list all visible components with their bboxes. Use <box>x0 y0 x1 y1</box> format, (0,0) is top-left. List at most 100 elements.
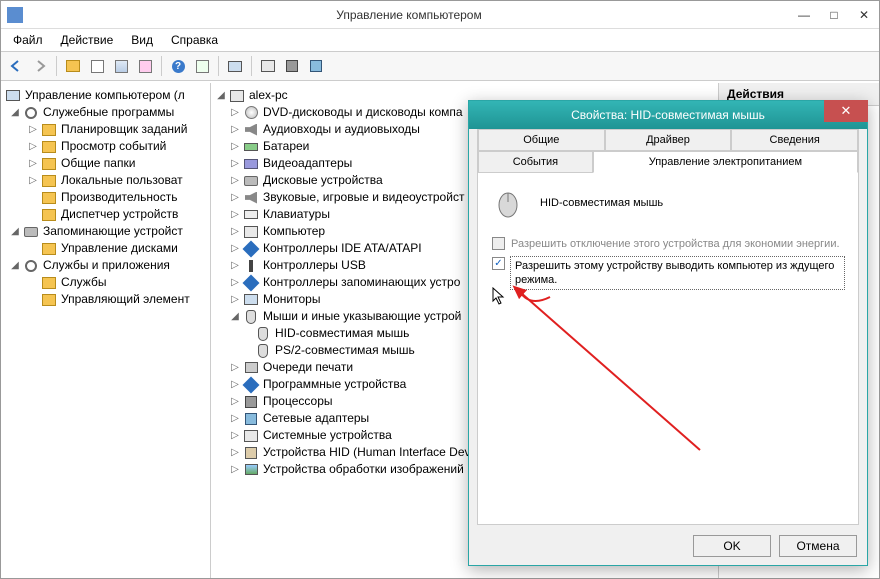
tree-item-label: Службы <box>61 274 106 291</box>
tool-delete-icon[interactable] <box>134 55 156 77</box>
item-icon <box>41 275 57 291</box>
expand-icon[interactable]: ▷ <box>27 141 39 153</box>
expand-icon[interactable]: ▷ <box>229 192 241 204</box>
tree-item[interactable]: Производительность <box>3 189 208 206</box>
device-category-label: DVD-дисководы и дисководы компа <box>263 104 463 121</box>
tool-help-icon[interactable]: ? <box>167 55 189 77</box>
tool-dev4-icon[interactable] <box>305 55 327 77</box>
maximize-button[interactable]: □ <box>819 4 849 26</box>
tree-item[interactable]: ▷ Планировщик заданий <box>3 121 208 138</box>
minimize-button[interactable]: — <box>789 4 819 26</box>
expand-icon[interactable] <box>27 294 39 306</box>
toolbar-separator <box>56 56 57 76</box>
expand-icon[interactable]: ▷ <box>229 158 241 170</box>
item-icon <box>41 156 57 172</box>
tree-item[interactable]: ▷ Общие папки <box>3 155 208 172</box>
tree-item[interactable]: ▷Просмотр событий <box>3 138 208 155</box>
tool-props-icon[interactable] <box>110 55 132 77</box>
tree-group[interactable]: ◢Службы и приложения <box>3 257 208 274</box>
mouse-icon <box>492 187 524 219</box>
tree-group[interactable]: ◢Служебные программы <box>3 104 208 121</box>
expand-icon[interactable]: ▷ <box>27 158 39 170</box>
mouse-icon <box>243 309 259 325</box>
expand-icon[interactable] <box>27 209 39 221</box>
expand-icon[interactable]: ▷ <box>229 141 241 153</box>
expand-icon[interactable]: ▷ <box>229 396 241 408</box>
expand-icon[interactable]: ▷ <box>229 260 241 272</box>
tool-dev1-icon[interactable] <box>224 55 246 77</box>
menu-action[interactable]: Действие <box>53 31 122 49</box>
menu-help[interactable]: Справка <box>163 31 226 49</box>
tree-item[interactable]: Управление дисками <box>3 240 208 257</box>
forward-button[interactable] <box>29 55 51 77</box>
tool-up-icon[interactable] <box>62 55 84 77</box>
expand-icon[interactable]: ▷ <box>229 413 241 425</box>
expand-icon[interactable]: ▷ <box>229 277 241 289</box>
ok-button[interactable]: OK <box>693 535 771 557</box>
tree-root[interactable]: Управление компьютером (л <box>3 87 208 104</box>
device-category-label: Процессоры <box>263 393 333 410</box>
group-icon <box>23 258 39 274</box>
expand-icon[interactable]: ▷ <box>229 226 241 238</box>
expand-icon[interactable] <box>27 192 39 204</box>
expand-icon[interactable] <box>27 243 39 255</box>
tree-item-label: Диспетчер устройств <box>61 206 178 223</box>
expand-icon[interactable]: ▷ <box>229 243 241 255</box>
expand-icon[interactable]: ▷ <box>229 430 241 442</box>
back-button[interactable] <box>5 55 27 77</box>
expand-icon[interactable]: ▷ <box>229 294 241 306</box>
sound-icon <box>243 190 259 206</box>
dvd-icon <box>243 105 259 121</box>
expand-icon[interactable]: ◢ <box>229 311 241 323</box>
collapse-icon[interactable]: ◢ <box>9 107 21 119</box>
vid-icon <box>243 156 259 172</box>
cube-icon <box>243 275 259 291</box>
menu-view[interactable]: Вид <box>123 31 161 49</box>
expand-icon[interactable] <box>27 277 39 289</box>
collapse-icon[interactable]: ◢ <box>215 90 227 102</box>
checkbox-allow-wake[interactable]: ✓ <box>492 257 505 270</box>
expand-icon[interactable]: ▷ <box>229 362 241 374</box>
tree-item[interactable]: Службы <box>3 274 208 291</box>
expand-icon[interactable]: ▷ <box>229 379 241 391</box>
group-icon <box>23 224 39 240</box>
tool-dev2-icon[interactable] <box>257 55 279 77</box>
expand-icon[interactable]: ▷ <box>27 175 39 187</box>
expand-icon[interactable]: ▷ <box>229 124 241 136</box>
tab-general[interactable]: Общие <box>478 129 605 151</box>
expand-icon[interactable]: ▷ <box>229 209 241 221</box>
close-button[interactable]: ✕ <box>849 4 879 26</box>
tool-show-icon[interactable] <box>86 55 108 77</box>
expand-icon[interactable]: ▷ <box>229 447 241 459</box>
collapse-icon[interactable]: ◢ <box>9 260 21 272</box>
tab-details[interactable]: Сведения <box>731 129 858 151</box>
collapse-icon[interactable]: ◢ <box>9 226 21 238</box>
tree-item-label: Производительность <box>61 189 177 206</box>
tree-item[interactable]: Диспетчер устройств <box>3 206 208 223</box>
tool-dev3-icon[interactable] <box>281 55 303 77</box>
dialog-titlebar[interactable]: Свойства: HID-совместимая мышь <box>469 101 867 129</box>
device-name-label: HID-совместимая мышь <box>540 197 663 209</box>
device-category-label: Компьютер <box>263 223 325 240</box>
tab-events[interactable]: События <box>478 151 593 173</box>
pc-icon <box>243 428 259 444</box>
tool-refresh-icon[interactable] <box>191 55 213 77</box>
tree-item-label: Локальные пользоват <box>61 172 183 189</box>
tab-power[interactable]: Управление электропитанием <box>593 151 858 173</box>
tree-item[interactable]: ▷ Локальные пользоват <box>3 172 208 189</box>
menu-file[interactable]: Файл <box>5 31 51 49</box>
expand-icon[interactable]: ▷ <box>229 175 241 187</box>
img-icon <box>243 462 259 478</box>
expand-icon[interactable]: ▷ <box>229 107 241 119</box>
expand-icon[interactable]: ▷ <box>229 464 241 476</box>
device-category-label: Мониторы <box>263 291 320 308</box>
tree-item-label: Планировщик заданий <box>61 121 187 138</box>
tree-group[interactable]: ◢Запоминающие устройст <box>3 223 208 240</box>
expand-icon[interactable]: ▷ <box>27 124 39 136</box>
tab-driver[interactable]: Драйвер <box>605 129 732 151</box>
dialog-close-button[interactable]: ✕ <box>824 100 868 122</box>
tree-item[interactable]: Управляющий элемент <box>3 291 208 308</box>
cancel-button[interactable]: Отмена <box>779 535 857 557</box>
item-icon <box>41 173 57 189</box>
tree-item-label: Общие папки <box>61 155 135 172</box>
